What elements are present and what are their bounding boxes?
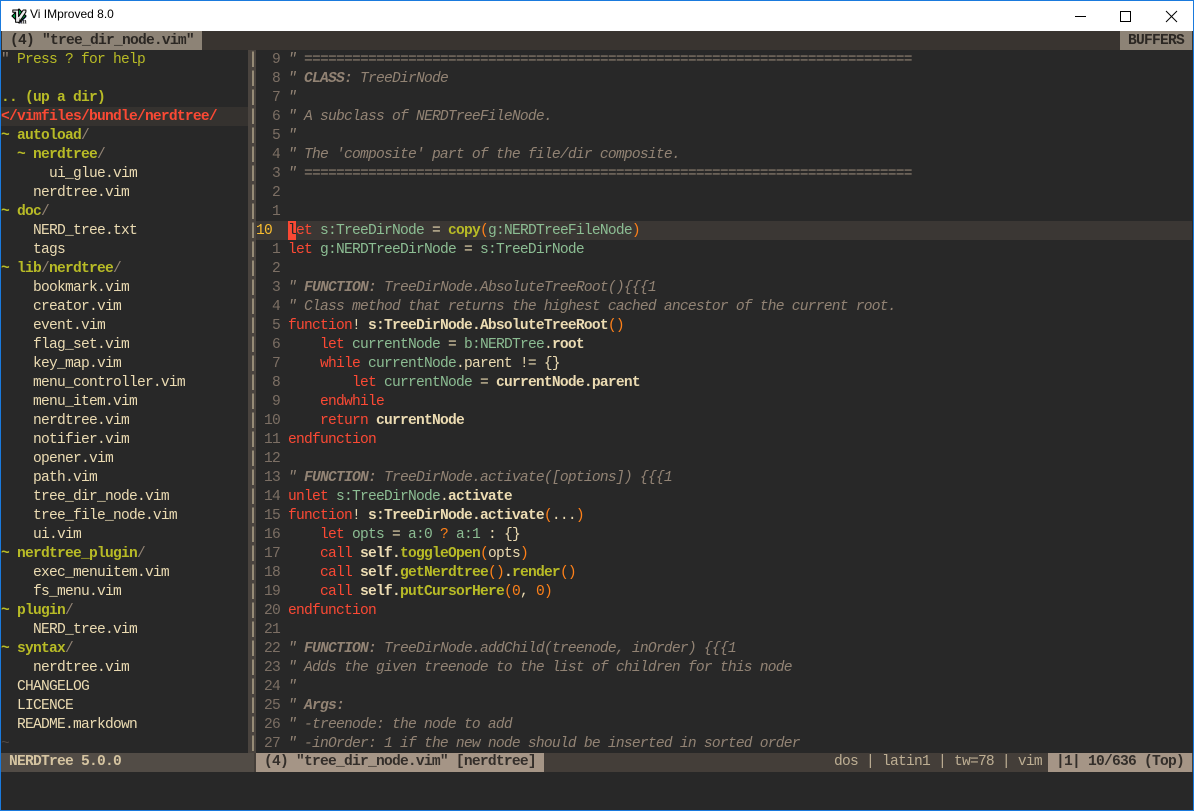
svg-text:im: im bbox=[19, 17, 27, 24]
